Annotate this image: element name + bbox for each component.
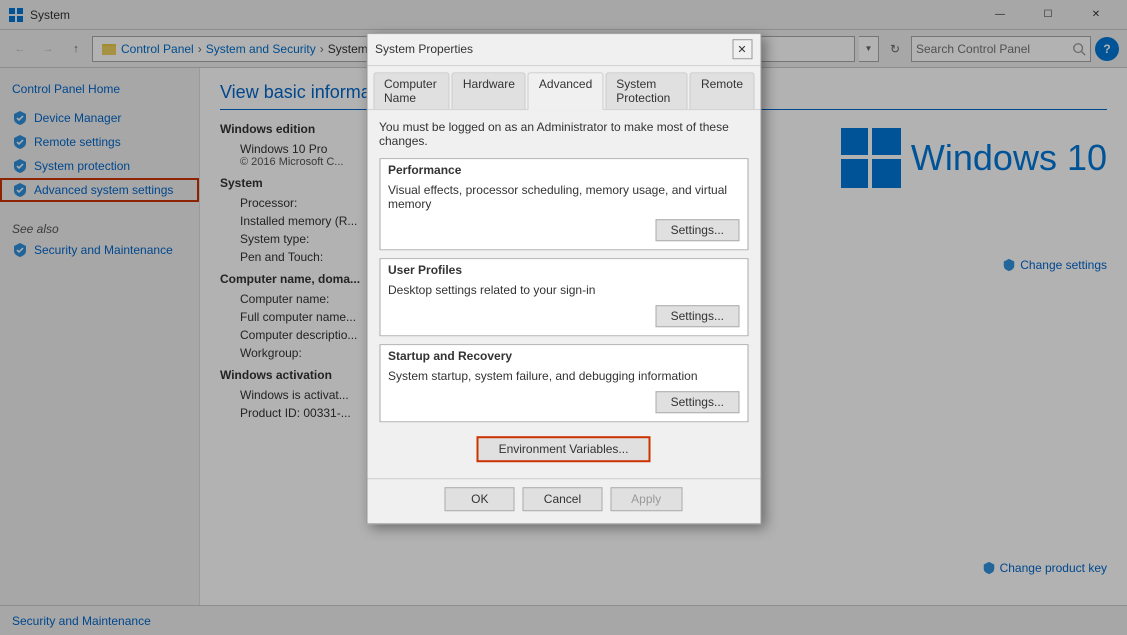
dialog-title-bar: System Properties ✕	[367, 34, 760, 66]
dialog-startup-section: Startup and Recovery System startup, sys…	[379, 344, 748, 422]
user-profiles-description: Desktop settings related to your sign-in	[380, 279, 747, 305]
startup-settings-button[interactable]: Settings...	[656, 391, 739, 413]
dialog-close-button[interactable]: ✕	[732, 39, 752, 59]
dialog-note: You must be logged on as an Administrato…	[379, 120, 748, 148]
dialog-tabs: Computer Name Hardware Advanced System P…	[367, 66, 760, 110]
dialog-title: System Properties	[375, 42, 473, 56]
cancel-button[interactable]: Cancel	[523, 487, 602, 511]
performance-settings-button[interactable]: Settings...	[656, 219, 739, 241]
system-properties-dialog: System Properties ✕ Computer Name Hardwa…	[366, 33, 761, 524]
environment-variables-button[interactable]: Environment Variables...	[477, 436, 651, 462]
startup-description: System startup, system failure, and debu…	[380, 365, 747, 391]
tab-system-protection[interactable]: System Protection	[605, 72, 688, 109]
tab-hardware[interactable]: Hardware	[452, 72, 526, 109]
dialog-user-profiles-section: User Profiles Desktop settings related t…	[379, 258, 748, 336]
tab-computer-name[interactable]: Computer Name	[373, 72, 450, 109]
performance-description: Visual effects, processor scheduling, me…	[380, 179, 747, 219]
tab-remote[interactable]: Remote	[690, 72, 754, 109]
user-profiles-btn-row: Settings...	[380, 305, 747, 335]
apply-button[interactable]: Apply	[610, 487, 682, 511]
dialog-bottom-buttons: OK Cancel Apply	[367, 478, 760, 523]
startup-btn-row: Settings...	[380, 391, 747, 421]
ok-button[interactable]: OK	[445, 487, 515, 511]
user-profiles-settings-button[interactable]: Settings...	[656, 305, 739, 327]
env-var-row: Environment Variables...	[379, 430, 748, 468]
user-profiles-header: User Profiles	[380, 259, 747, 279]
dialog-performance-section: Performance Visual effects, processor sc…	[379, 158, 748, 250]
startup-header: Startup and Recovery	[380, 345, 747, 365]
dialog-body: You must be logged on as an Administrato…	[367, 110, 760, 478]
performance-header: Performance	[380, 159, 747, 179]
performance-btn-row: Settings...	[380, 219, 747, 249]
tab-advanced[interactable]: Advanced	[528, 72, 603, 110]
